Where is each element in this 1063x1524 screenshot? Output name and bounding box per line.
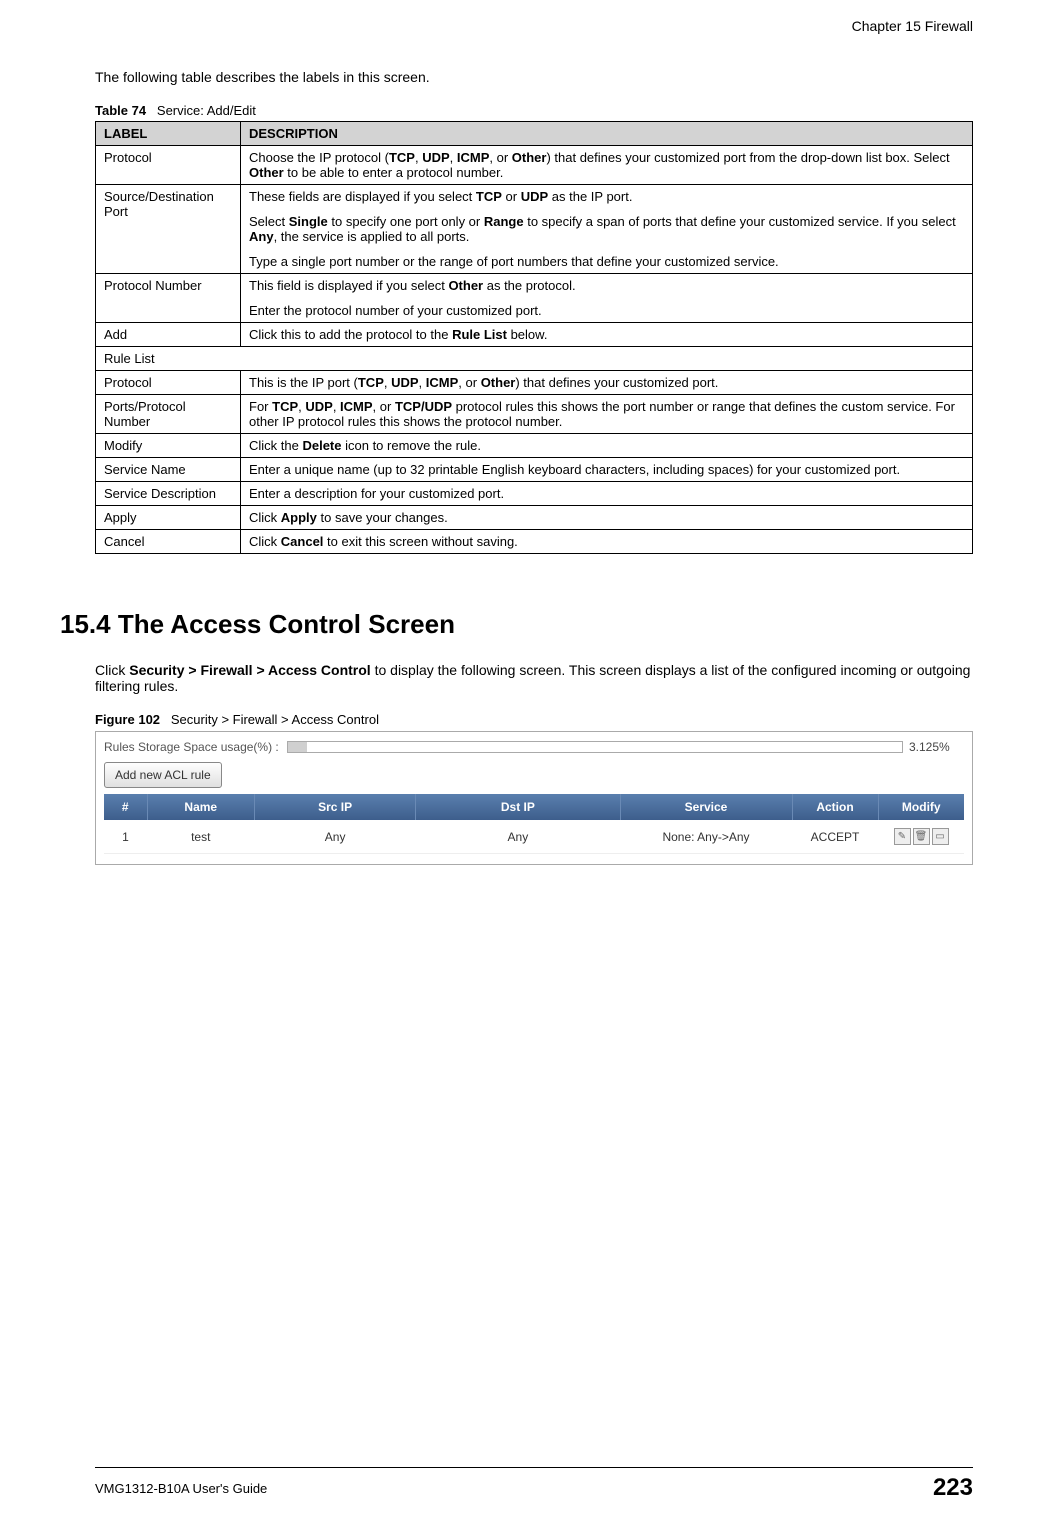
table-number: Table 74: [95, 103, 146, 118]
delete-icon[interactable]: 🗑: [913, 828, 930, 845]
acl-cell-srcip: Any: [255, 820, 416, 854]
storage-label: Rules Storage Space usage(%) :: [104, 740, 279, 754]
footer-page-number: 223: [933, 1474, 973, 1502]
footer-guide-title: VMG1312-B10A User's Guide: [95, 1481, 267, 1496]
row-label: Source/Destination Port: [96, 185, 241, 274]
acl-header-num: #: [104, 794, 147, 820]
table-row: Protocol This is the IP port (TCP, UDP, …: [96, 371, 973, 395]
acl-table: # Name Src IP Dst IP Service Action Modi…: [104, 794, 964, 854]
row-description: Enter a unique name (up to 32 printable …: [241, 458, 973, 482]
table-row: Add Click this to add the protocol to th…: [96, 323, 973, 347]
table-row: Cancel Click Cancel to exit this screen …: [96, 530, 973, 554]
acl-cell-service: None: Any->Any: [620, 820, 792, 854]
storage-progress-bar: [287, 741, 903, 753]
row-label: Rule List: [96, 347, 973, 371]
row-label: Protocol: [96, 146, 241, 185]
storage-usage-row: Rules Storage Space usage(%) : 3.125%: [104, 740, 964, 754]
table-header-label: LABEL: [96, 122, 241, 146]
acl-header-action: Action: [792, 794, 878, 820]
row-description: These fields are displayed if you select…: [241, 185, 973, 274]
row-label: Protocol Number: [96, 274, 241, 323]
table-row: Source/Destination Port These fields are…: [96, 185, 973, 274]
row-description: For TCP, UDP, ICMP, or TCP/UDP protocol …: [241, 395, 973, 434]
row-label: Modify: [96, 434, 241, 458]
acl-cell-modify: ✎ 🗑 ▭: [878, 820, 964, 854]
acl-cell-num: 1: [104, 820, 147, 854]
acl-header-name: Name: [147, 794, 255, 820]
row-description: Click the Delete icon to remove the rule…: [241, 434, 973, 458]
figure-number: Figure 102: [95, 712, 160, 727]
table-row: Service Name Enter a unique name (up to …: [96, 458, 973, 482]
intro-text: The following table describes the labels…: [95, 69, 973, 85]
row-label: Service Description: [96, 482, 241, 506]
section-heading: 15.4 The Access Control Screen: [60, 609, 973, 640]
row-description: Click this to add the protocol to the Ru…: [241, 323, 973, 347]
acl-header-dstip: Dst IP: [416, 794, 620, 820]
row-description: Enter a description for your customized …: [241, 482, 973, 506]
acl-header-modify: Modify: [878, 794, 964, 820]
row-label: Service Name: [96, 458, 241, 482]
acl-cell-name: test: [147, 820, 255, 854]
table-row: Protocol Choose the IP protocol (TCP, UD…: [96, 146, 973, 185]
table-row: Apply Click Apply to save your changes.: [96, 506, 973, 530]
row-description: This field is displayed if you select Ot…: [241, 274, 973, 323]
table-row: Ports/Protocol Number For TCP, UDP, ICMP…: [96, 395, 973, 434]
table-row: Protocol Number This field is displayed …: [96, 274, 973, 323]
acl-row: 1 test Any Any None: Any->Any ACCEPT ✎ 🗑…: [104, 820, 964, 854]
section-text: Click Security > Firewall > Access Contr…: [95, 662, 973, 694]
row-description: This is the IP port (TCP, UDP, ICMP, or …: [241, 371, 973, 395]
access-control-screenshot: Rules Storage Space usage(%) : 3.125% Ad…: [95, 731, 973, 865]
figure-caption: Figure 102 Security > Firewall > Access …: [95, 712, 973, 727]
table-caption-text: Service: Add/Edit: [157, 103, 256, 118]
table-row: Service Description Enter a description …: [96, 482, 973, 506]
row-label: Ports/Protocol Number: [96, 395, 241, 434]
row-label: Apply: [96, 506, 241, 530]
acl-header-service: Service: [620, 794, 792, 820]
row-label: Add: [96, 323, 241, 347]
storage-bar-fill: [288, 742, 307, 752]
row-description: Choose the IP protocol (TCP, UDP, ICMP, …: [241, 146, 973, 185]
acl-header-srcip: Src IP: [255, 794, 416, 820]
row-label: Protocol: [96, 371, 241, 395]
table-caption: Table 74 Service: Add/Edit: [95, 103, 973, 118]
chapter-header: Chapter 15 Firewall: [95, 18, 973, 34]
acl-cell-action: ACCEPT: [792, 820, 878, 854]
edit-icon[interactable]: ✎: [894, 828, 911, 845]
page-footer: VMG1312-B10A User's Guide 223: [95, 1467, 973, 1502]
row-label: Cancel: [96, 530, 241, 554]
table-row: Rule List: [96, 347, 973, 371]
table-header-description: DESCRIPTION: [241, 122, 973, 146]
row-description: Click Cancel to exit this screen without…: [241, 530, 973, 554]
row-description: Click Apply to save your changes.: [241, 506, 973, 530]
acl-cell-dstip: Any: [416, 820, 620, 854]
figure-caption-text: Security > Firewall > Access Control: [171, 712, 379, 727]
service-add-edit-table: LABEL DESCRIPTION Protocol Choose the IP…: [95, 121, 973, 554]
table-row: Modify Click the Delete icon to remove t…: [96, 434, 973, 458]
add-acl-rule-button[interactable]: Add new ACL rule: [104, 762, 222, 788]
info-icon[interactable]: ▭: [932, 828, 949, 845]
storage-percent: 3.125%: [909, 740, 964, 754]
